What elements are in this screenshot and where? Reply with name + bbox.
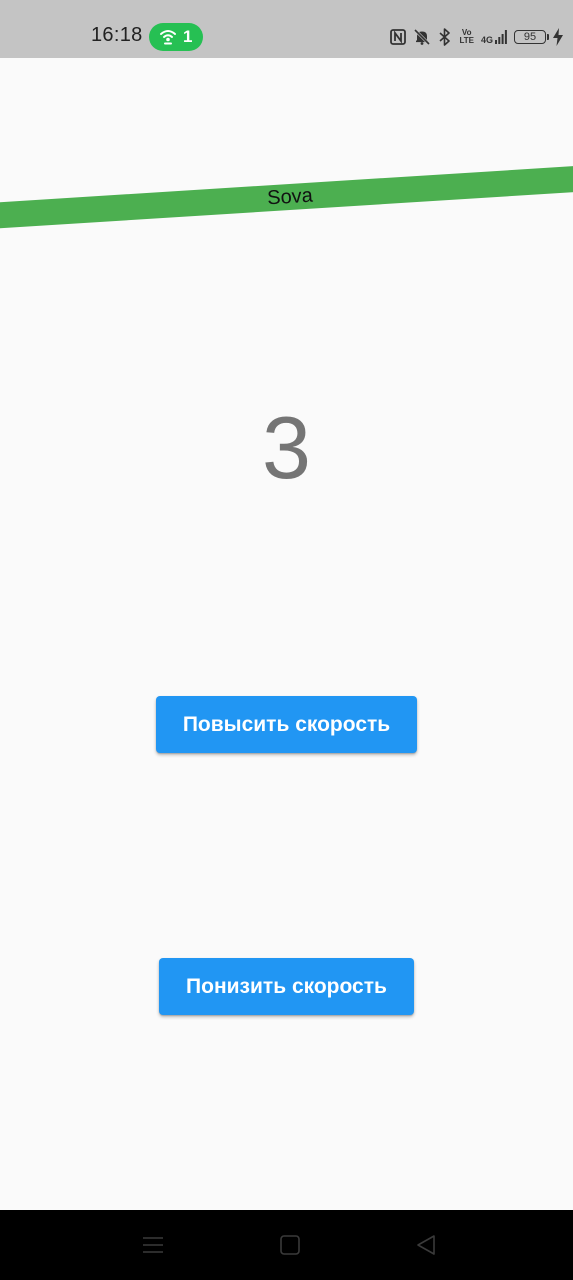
nfc-icon: [390, 24, 407, 50]
signal-icon: 4G: [481, 24, 507, 50]
increase-speed-button[interactable]: Повысить скорость: [156, 696, 417, 753]
speed-counter: 3: [262, 398, 311, 497]
decrease-speed-button[interactable]: Понизить скорость: [159, 958, 414, 1015]
status-time: 16:18: [91, 24, 143, 46]
menu-icon[interactable]: [138, 1230, 168, 1260]
hotspot-indicator[interactable]: 1: [149, 23, 203, 51]
home-icon[interactable]: [275, 1230, 305, 1260]
hotspot-icon: [160, 30, 176, 45]
battery-icon: 95: [514, 24, 549, 50]
navigation-bar: [0, 1210, 573, 1280]
banner-text: Sova: [266, 184, 314, 209]
status-icons: Vo LTE 4G 95: [390, 24, 563, 50]
back-icon[interactable]: [411, 1230, 441, 1260]
volte-icon: Vo LTE: [459, 28, 474, 45]
muted-bell-icon: [413, 24, 431, 50]
status-bar: 16:18 1 Vo LTE 4G 95: [0, 0, 573, 58]
banner: Sova: [0, 164, 573, 230]
bluetooth-icon: [438, 24, 452, 50]
hotspot-count: 1: [183, 27, 193, 46]
charging-icon: [553, 24, 563, 50]
